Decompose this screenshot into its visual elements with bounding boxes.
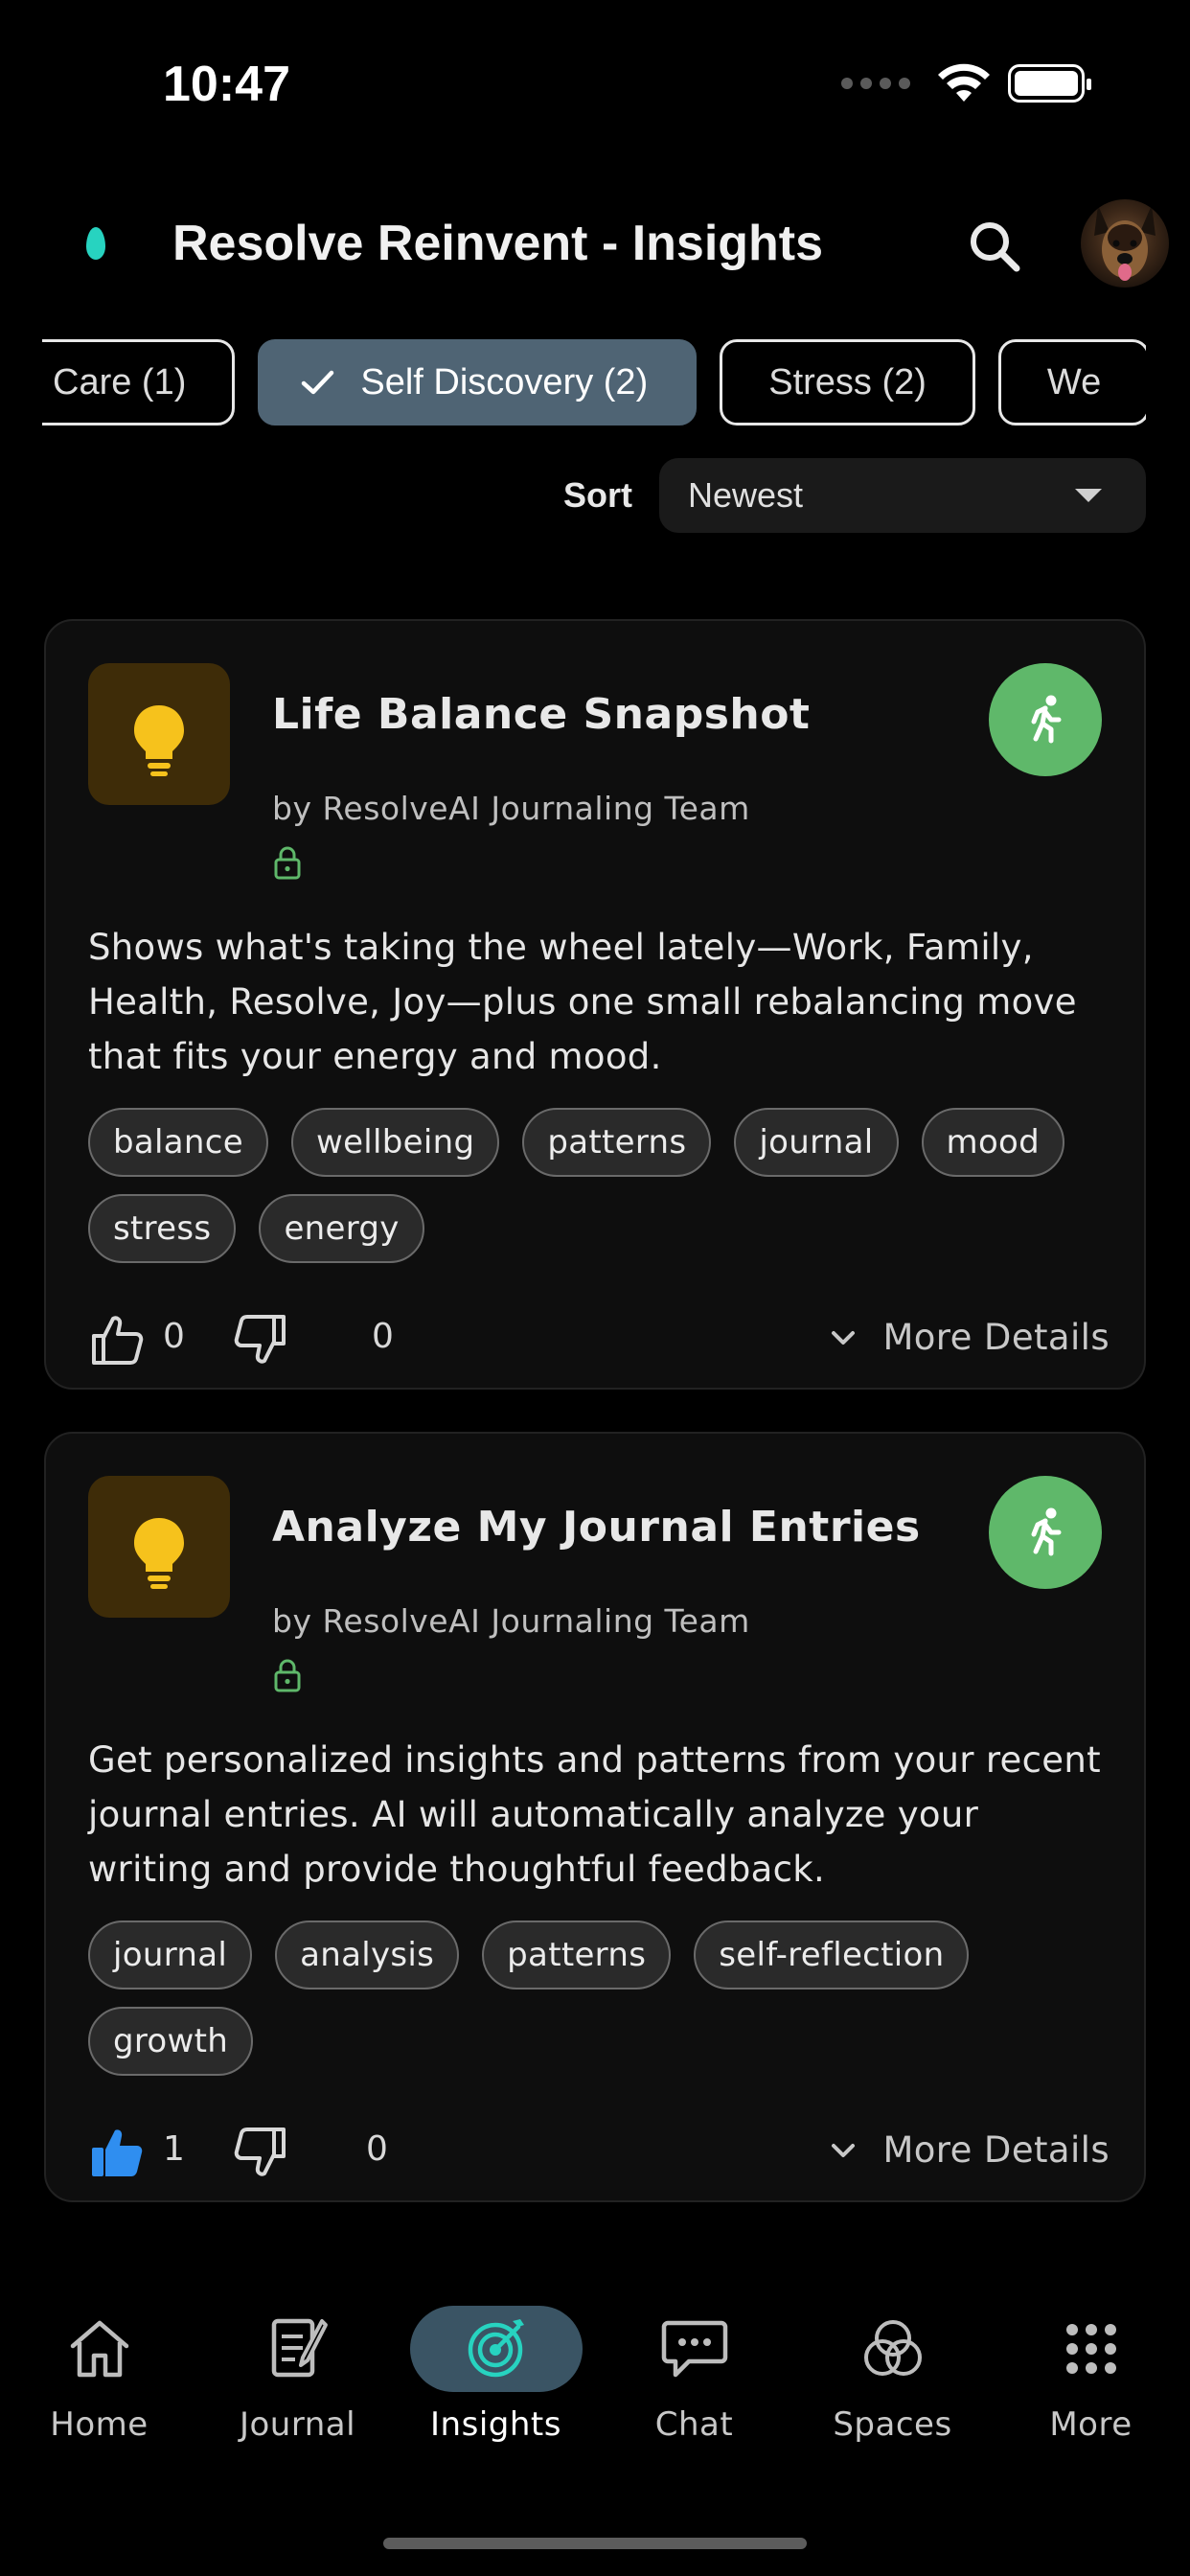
sort-dropdown[interactable]: Newest (659, 458, 1146, 533)
dog-avatar-icon (1094, 205, 1156, 281)
sort-value: Newest (688, 475, 804, 515)
chip-label: We (1046, 361, 1102, 402)
card-footer: 1 0 More Details (88, 2124, 1110, 2181)
thumbs-down-icon[interactable] (232, 1311, 289, 1368)
tag[interactable]: journal (88, 1920, 253, 1990)
more-details-button[interactable]: More Details (882, 1317, 1110, 1358)
tag[interactable]: balance (88, 1108, 268, 1177)
category-filter-chips: Care (1) Self Discovery (2) Stress (2) W… (42, 339, 1146, 426)
tag[interactable]: patterns (522, 1108, 712, 1177)
nav-item-home[interactable]: Home (0, 2290, 198, 2463)
card-title: Life Balance Snapshot (272, 690, 811, 739)
chip-label: Self Discovery (2) (360, 361, 649, 402)
status-bar: 10:47 (0, 0, 1190, 172)
card-author: by ResolveAI Journaling Team (272, 790, 750, 827)
tag[interactable]: stress (88, 1194, 237, 1263)
dislike-count: 0 (372, 1317, 394, 1356)
nav-item-more[interactable]: More (992, 2290, 1190, 2463)
card-title: Analyze My Journal Entries (272, 1503, 921, 1552)
checkmark-icon (302, 370, 334, 395)
app-header: Resolve Reinvent - Insights (0, 192, 1190, 297)
nav-label: Chat (654, 2405, 734, 2444)
sort-label: Sort (563, 475, 632, 515)
card-footer: 0 0 More Details (88, 1311, 1110, 1368)
chevron-down-icon[interactable] (826, 2133, 860, 2168)
dropdown-caret-icon (1075, 489, 1102, 502)
bottom-navigation: Home Journal Insights Chat Spaces More (0, 2290, 1190, 2511)
brand-logo-icon (86, 227, 105, 260)
nav-label: Insights (430, 2405, 561, 2444)
status-time: 10:47 (163, 57, 290, 112)
nav-label: Home (50, 2405, 149, 2444)
nav-label: Journal (239, 2405, 356, 2444)
lightbulb-icon (88, 1476, 230, 1618)
tag[interactable]: patterns (482, 1920, 672, 1990)
cellular-signal-icon (841, 78, 910, 89)
run-insight-button[interactable] (989, 663, 1102, 776)
nav-label: Spaces (833, 2405, 952, 2444)
tag[interactable]: energy (259, 1194, 424, 1263)
chip-label: Stress (2) (768, 361, 927, 402)
filter-chip-we[interactable]: We (997, 339, 1146, 426)
filter-chip-care[interactable]: Care (1) (42, 339, 236, 426)
tag[interactable]: self-reflection (694, 1920, 970, 1990)
home-indicator[interactable] (383, 2538, 807, 2549)
insights-icon (468, 2319, 524, 2378)
search-button[interactable] (963, 215, 1026, 278)
card-description: Shows what's taking the wheel lately—Wor… (88, 927, 1077, 1077)
spaces-icon (863, 2320, 922, 2376)
running-person-icon (1031, 695, 1062, 744)
tag[interactable]: analysis (275, 1920, 460, 1990)
tag[interactable]: growth (88, 2007, 254, 2076)
lock-icon (274, 846, 301, 880)
insight-card[interactable]: Life Balance Snapshot by ResolveAI Journ… (44, 619, 1146, 1390)
search-icon (971, 222, 1020, 272)
nav-label: More (1049, 2405, 1133, 2444)
page-title: Resolve Reinvent - Insights (172, 216, 824, 271)
tag[interactable]: journal (734, 1108, 899, 1177)
running-person-icon (1031, 1507, 1062, 1556)
journal-icon (271, 2318, 328, 2378)
home-icon (70, 2320, 128, 2378)
like-count: 0 (163, 1317, 185, 1356)
filter-chip-stress[interactable]: Stress (2) (720, 339, 975, 426)
thumbs-up-filled-icon[interactable] (88, 2124, 146, 2181)
run-insight-button[interactable] (989, 1476, 1102, 1589)
avatar[interactable] (1081, 199, 1169, 288)
more-grid-icon (1065, 2324, 1116, 2374)
insight-card[interactable]: Analyze My Journal Entries by ResolveAI … (44, 1432, 1146, 2202)
tag-list: journal analysis patterns self-reflectio… (88, 1920, 1104, 2076)
filter-chip-self-discovery[interactable]: Self Discovery (2) (258, 339, 698, 426)
chat-icon (661, 2320, 727, 2378)
battery-icon (1008, 64, 1091, 103)
tag[interactable]: wellbeing (290, 1108, 500, 1177)
status-icons (841, 63, 1091, 104)
like-count: 1 (163, 2129, 185, 2169)
tag-list: balance wellbeing patterns journal mood … (88, 1108, 1104, 1263)
lock-icon (274, 1659, 301, 1692)
lightbulb-icon (88, 663, 230, 805)
card-description: Get personalized insights and patterns f… (88, 1739, 1101, 1890)
dislike-count: 0 (366, 2129, 388, 2169)
nav-item-spaces[interactable]: Spaces (793, 2290, 992, 2463)
card-author: by ResolveAI Journaling Team (272, 1602, 750, 1640)
chevron-down-icon[interactable] (826, 1321, 860, 1355)
nav-item-chat[interactable]: Chat (595, 2290, 793, 2463)
chip-label: Care (1) (53, 361, 187, 402)
more-details-button[interactable]: More Details (882, 2129, 1110, 2171)
tag[interactable]: mood (921, 1108, 1065, 1177)
thumbs-up-icon[interactable] (88, 1311, 146, 1368)
nav-item-journal[interactable]: Journal (198, 2290, 397, 2463)
wifi-icon (938, 63, 990, 102)
nav-item-insights[interactable]: Insights (397, 2290, 595, 2463)
thumbs-down-icon[interactable] (232, 2124, 289, 2181)
